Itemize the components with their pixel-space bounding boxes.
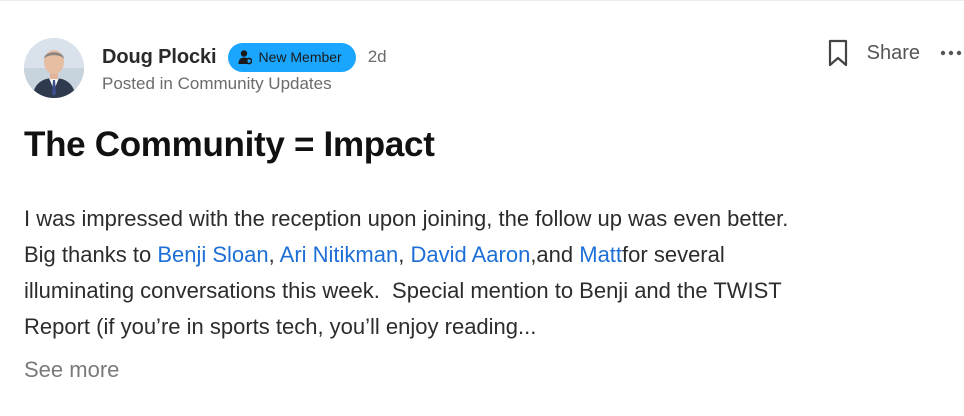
bookmark-icon[interactable] <box>825 38 851 68</box>
body-line-1: I was impressed with the reception upon … <box>24 206 789 231</box>
badge-label: New Member <box>258 49 342 65</box>
mention-ari-nitikman[interactable]: Ari Nitikman <box>280 242 399 267</box>
body-text: for several <box>622 242 725 267</box>
author-name[interactable]: Doug Plocki <box>102 46 217 69</box>
posted-in[interactable]: Posted in Community Updates <box>102 74 332 94</box>
avatar[interactable] <box>24 38 84 98</box>
body-text: , <box>268 242 280 267</box>
more-horizontal-icon[interactable] <box>938 38 964 68</box>
mention-matt[interactable]: Matt <box>579 242 622 267</box>
see-more-link[interactable]: See more <box>24 357 119 383</box>
body-line-4: Report (if you’re in sports tech, you’ll… <box>24 314 537 339</box>
post-time: 2d <box>367 47 387 66</box>
author-row: Doug Plocki New Member 2d <box>102 41 387 73</box>
new-member-badge: New Member <box>228 42 356 72</box>
post-body: I was impressed with the reception upon … <box>24 201 944 345</box>
post-card: Doug Plocki New Member 2d Posted in Comm… <box>0 0 964 416</box>
post-actions: Share <box>825 35 964 71</box>
body-text: ,and <box>530 242 580 267</box>
body-line-3: illuminating conversations this week. Sp… <box>24 278 782 303</box>
post-title: The Community = Impact <box>24 125 435 164</box>
avatar-image <box>24 38 84 98</box>
mention-david-aaron[interactable]: David Aaron <box>410 242 530 267</box>
body-text: Big thanks to <box>24 242 158 267</box>
body-text: , <box>398 242 411 267</box>
share-button[interactable]: Share <box>867 42 920 65</box>
new-member-icon <box>238 49 253 65</box>
mention-benji-sloan[interactable]: Benji Sloan <box>157 242 268 267</box>
